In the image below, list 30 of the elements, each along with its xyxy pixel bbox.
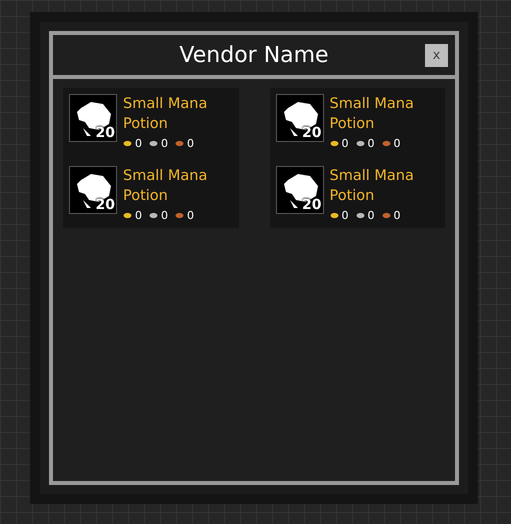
coin-icon — [382, 140, 390, 147]
price-amount: 0 — [161, 137, 168, 150]
price-amount: 0 — [368, 137, 374, 150]
price-amount: 0 — [187, 137, 194, 150]
coin-icon — [356, 212, 364, 219]
price-amount: 0 — [342, 209, 348, 222]
coin-icon — [382, 212, 390, 219]
item-name: Small Mana Potion — [330, 167, 415, 206]
coin-icon — [330, 140, 338, 147]
price-amount: 0 — [394, 137, 400, 150]
coin-icon — [175, 140, 184, 147]
price-amount: 0 — [368, 209, 374, 222]
price-amount: 0 — [394, 209, 400, 222]
coin-icon — [149, 140, 158, 147]
coin-icon — [330, 212, 338, 219]
price-amount: 0 — [187, 209, 194, 222]
price-amount: 0 — [342, 137, 348, 150]
coin-icon — [123, 140, 132, 147]
item-name: Small Mana Potion — [123, 167, 208, 206]
price-amount: 0 — [135, 209, 142, 222]
close-button[interactable]: x — [425, 44, 448, 67]
price-amount: 0 — [135, 137, 142, 150]
item-name: Small Mana Potion — [123, 95, 208, 134]
coin-icon — [356, 140, 364, 147]
price-amount: 0 — [161, 209, 168, 222]
coin-icon — [123, 212, 132, 219]
window-title: Vendor Name — [179, 42, 329, 68]
coin-icon — [149, 212, 158, 219]
item-name: Small Mana Potion — [330, 95, 415, 134]
coin-icon — [175, 212, 184, 219]
